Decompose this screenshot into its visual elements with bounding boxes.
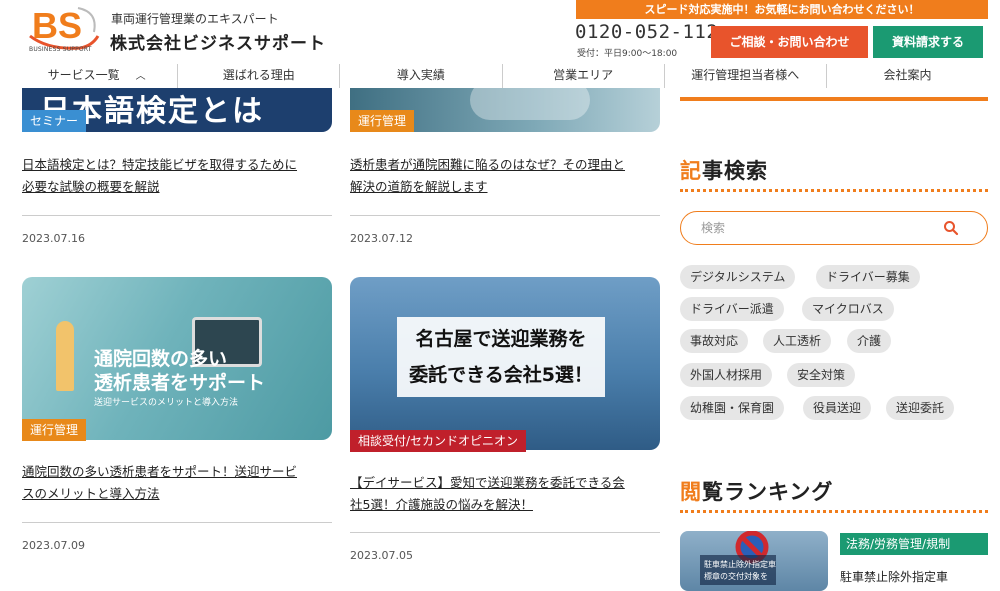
thumbnail-text: 名古屋で送迎業務を (415, 328, 587, 350)
tag-chip[interactable]: 役員送迎 (803, 396, 872, 420)
no-parking-sign-icon: 駐車禁止除外指定車 標章の交付対象を (700, 531, 776, 585)
search-box (680, 211, 988, 245)
site-header: BS BUSINESS SUPPORT 車両運行管理業のエキスパート 株式会社ビ… (0, 0, 1000, 64)
post-date: 2023.07.16 (22, 232, 85, 245)
post-title[interactable]: 通院回数の多い透析患者をサポート！送迎サービ スのメリットと導入方法 (22, 461, 332, 505)
title-line: 通院回数の多い透析患者をサポート！送迎サービ (22, 464, 298, 479)
contact-button[interactable]: ご相談・お問い合わせ (711, 26, 868, 58)
tag-chip[interactable]: 人工透析 (763, 329, 832, 353)
tag-chip[interactable]: 安全対策 (787, 363, 856, 387)
search-heading: 記事検索 (680, 155, 768, 185)
tag-chip[interactable]: 送迎委託 (886, 396, 955, 420)
category-tag[interactable]: 相談受付/セカンドオピニオン (350, 430, 527, 452)
tag-chip[interactable]: 幼稚園・保育園 (680, 396, 785, 420)
request-docs-button[interactable]: 資料請求する (873, 26, 983, 58)
title-line: 【デイサービス】愛知で送迎業務を委託できる会 (350, 475, 625, 490)
title-line: 解決の道筋を解説します (350, 179, 488, 194)
divider (350, 532, 660, 533)
post-title[interactable]: 【デイサービス】愛知で送迎業務を委託できる会 社5選！介護施設の悩みを解決！ (350, 472, 660, 516)
category-tag[interactable]: 運行管理 (350, 110, 415, 132)
logo-subtext: BUSINESS SUPPORT (29, 46, 92, 53)
heading-text: 事検索 (702, 159, 768, 183)
nav-item-reasons[interactable]: 選ばれる理由 (178, 64, 341, 88)
nav-item-label: 会社案内 (883, 68, 932, 82)
nav-item-label: 導入実績 (396, 68, 445, 82)
title-line: 必要な試験の概要を解説 (22, 179, 160, 194)
nav-item-label: 運行管理担当者様へ (691, 68, 800, 82)
sidebar-accent-bar (680, 97, 988, 101)
thumbnail-headline: 通院回数の多い 透析患者をサポート (94, 347, 265, 395)
nav-item-cases[interactable]: 導入実績 (340, 64, 503, 88)
tag-chip[interactable]: 外国人材採用 (680, 363, 773, 387)
main-nav: サービス一覧 ︿ 選ばれる理由 導入実績 営業エリア 運行管理担当者様へ 会社案内 (16, 64, 988, 88)
tag-chip[interactable]: 介護 (847, 329, 892, 353)
nurse-illustration (56, 321, 74, 391)
post-title[interactable]: 日本語検定とは？特定技能ビザを取得するために 必要な試験の概要を解説 (22, 154, 332, 198)
heading-accent: 閲 (680, 480, 702, 504)
nav-item-company[interactable]: 会社案内 (827, 64, 988, 88)
ranking-title[interactable]: 駐車禁止除外指定車 (840, 568, 948, 585)
dotted-divider (680, 189, 988, 192)
title-line: スのメリットと導入方法 (22, 486, 160, 501)
ranking-category-tag[interactable]: 法務/労務管理/規制 (840, 533, 988, 555)
dotted-divider (680, 510, 988, 513)
title-line: 日本語検定とは？特定技能ビザを取得するために (22, 157, 298, 172)
tagline: 車両運行管理業のエキスパート (111, 12, 279, 26)
company-name: 株式会社ビジネスサポート (110, 34, 326, 54)
search-icon[interactable] (943, 220, 959, 236)
post-title[interactable]: 透析患者が通院困難に陥るのはなぜ？その理由と 解決の道筋を解説します (350, 154, 660, 198)
svg-text:駐車禁止除外指定車: 駐車禁止除外指定車 (704, 559, 776, 569)
thumbnail-headline: 名古屋で送迎業務を 委託できる会社5選！ (397, 321, 605, 393)
business-hours: 受付：平日9:00〜18:00 (577, 49, 678, 59)
nav-item-label: 選ばれる理由 (222, 68, 295, 82)
phone-number[interactable]: 0120-052-112 (575, 21, 718, 43)
thumbnail-subtext: 送迎サービスのメリットと導入方法 (94, 398, 239, 408)
heading-accent: 記 (680, 159, 702, 183)
divider (350, 215, 660, 216)
post-date: 2023.07.09 (22, 539, 85, 552)
thumbnail-text: 通院回数の多い (94, 348, 228, 370)
svg-text:標章の交付対象を: 標章の交付対象を (704, 571, 768, 581)
post-date: 2023.07.05 (350, 549, 413, 562)
thumbnail-text: 透析患者をサポート (94, 372, 266, 394)
post-date: 2023.07.12 (350, 232, 413, 245)
chevron-up-icon: ︿ (135, 71, 146, 82)
heading-text: 覧ランキング (702, 480, 834, 504)
nav-item-area[interactable]: 営業エリア (503, 64, 665, 88)
post-thumbnail[interactable]: 名古屋で送迎業務を 委託できる会社5選！ (350, 277, 660, 450)
divider (22, 215, 332, 216)
ranking-heading: 閲覧ランキング (680, 476, 833, 506)
title-line: 社5選！介護施設の悩みを解決！ (350, 497, 533, 512)
category-tag[interactable]: 運行管理 (22, 419, 87, 441)
nav-item-label: サービス一覧 (47, 68, 120, 82)
search-input[interactable] (699, 218, 939, 238)
nav-item-managers[interactable]: 運行管理担当者様へ (665, 64, 827, 88)
nav-item-services[interactable]: サービス一覧 ︿ (16, 64, 179, 88)
thumbnail-text: 委託できる会社5選！ (409, 364, 593, 386)
tag-chip[interactable]: 事故対応 (680, 329, 749, 353)
svg-text:BS: BS (32, 5, 82, 46)
tag-chip[interactable]: マイクロバス (802, 297, 894, 321)
tag-chip[interactable]: ドライバー派遣 (680, 297, 784, 321)
tag-chip[interactable]: ドライバー募集 (816, 265, 920, 289)
ranking-thumbnail[interactable]: 駐車禁止除外指定車 標章の交付対象を (680, 531, 828, 591)
speed-banner: スピード対応実施中！お気軽にお問い合わせください！ (576, 0, 988, 19)
title-line: 透析患者が通院困難に陥るのはなぜ？その理由と (350, 157, 626, 172)
nav-item-label: 営業エリア (553, 68, 614, 82)
post-thumbnail[interactable]: 通院回数の多い 透析患者をサポート 送迎サービスのメリットと導入方法 (22, 277, 332, 440)
divider (22, 522, 332, 523)
tag-chip[interactable]: デジタルシステム (680, 265, 796, 289)
category-tag[interactable]: セミナー (22, 110, 87, 132)
